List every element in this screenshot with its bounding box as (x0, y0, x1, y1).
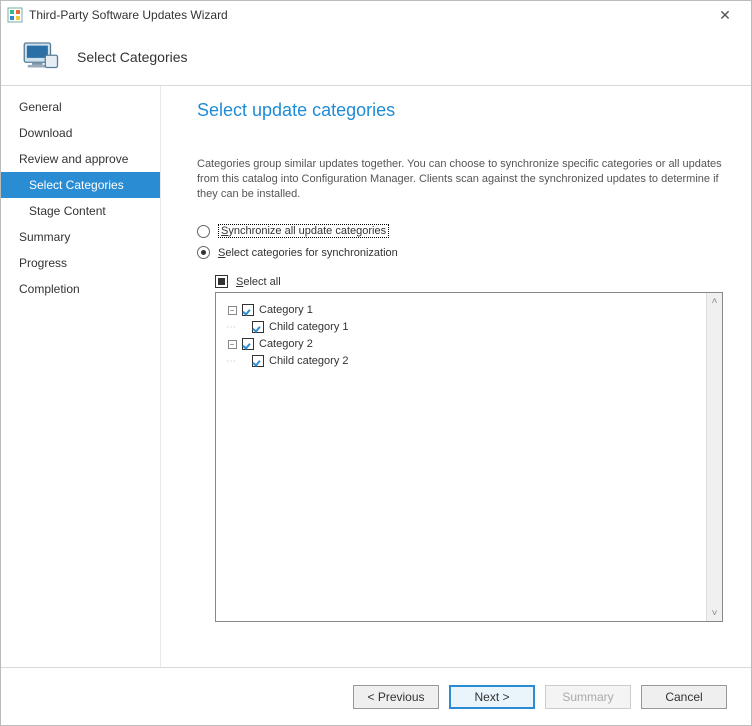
checkbox-indeterminate-icon (215, 275, 228, 288)
wizard-footer: < Previous Next > Summary Cancel (1, 667, 751, 725)
tree-scrollbar[interactable]: ˄ ˅ (706, 293, 722, 621)
category-tree: − Category 1 ⋯ Child category 1 − Catego… (215, 292, 723, 622)
nav-progress[interactable]: Progress (1, 250, 160, 276)
radio-sync-all-label: Synchronize all update categories (218, 224, 389, 238)
scroll-down-icon[interactable]: ˅ (707, 605, 722, 621)
wizard-nav: General Download Review and approve Sele… (1, 86, 161, 667)
tree-node-label: Child category 2 (269, 355, 349, 367)
cancel-button-label: Cancel (665, 690, 702, 704)
expander-minus-icon[interactable]: − (226, 306, 238, 315)
tree-branch-icon: ⋯ (226, 322, 248, 333)
summary-button: Summary (545, 685, 631, 709)
computer-monitor-icon (19, 36, 61, 78)
scroll-up-icon[interactable]: ˄ (707, 293, 722, 309)
nav-select-categories[interactable]: Select Categories (1, 172, 160, 198)
expander-minus-icon[interactable]: − (226, 340, 238, 349)
nav-general[interactable]: General (1, 94, 160, 120)
banner-step-title: Select Categories (77, 49, 188, 65)
checkbox-icon[interactable] (242, 338, 254, 350)
tree-node-label: Category 2 (259, 338, 313, 350)
nav-summary[interactable]: Summary (1, 224, 160, 250)
nav-completion[interactable]: Completion (1, 276, 160, 302)
nav-review-approve[interactable]: Review and approve (1, 146, 160, 172)
next-button-label: Next > (474, 690, 509, 704)
previous-button-label: < Previous (367, 690, 424, 704)
close-icon: ✕ (719, 7, 731, 24)
next-button[interactable]: Next > (449, 685, 535, 709)
tree-node-label: Child category 1 (269, 321, 349, 333)
previous-button[interactable]: < Previous (353, 685, 439, 709)
titlebar: Third-Party Software Updates Wizard ✕ (1, 1, 751, 29)
checkbox-icon[interactable] (252, 355, 264, 367)
cancel-button[interactable]: Cancel (641, 685, 727, 709)
tree-node-child-category-2[interactable]: ⋯ Child category 2 (226, 353, 700, 369)
select-all-label: Select all (236, 276, 281, 288)
nav-download[interactable]: Download (1, 120, 160, 146)
wizard-banner: Select Categories (1, 29, 751, 85)
radio-select-categories-label: Select categories for synchronization (218, 247, 398, 259)
radio-sync-all[interactable]: Synchronize all update categories (197, 224, 723, 238)
tree-node-category-1[interactable]: − Category 1 (226, 302, 700, 318)
window-close-button[interactable]: ✕ (705, 3, 745, 27)
tree-branch-icon: ⋯ (226, 356, 248, 367)
radio-select-categories[interactable]: Select categories for synchronization (197, 246, 723, 259)
page-title: Select update categories (197, 100, 723, 121)
app-sys-icon (7, 7, 23, 23)
tree-node-category-2[interactable]: − Category 2 (226, 336, 700, 352)
nav-stage-content[interactable]: Stage Content (1, 198, 160, 224)
radio-icon (197, 246, 210, 259)
summary-button-label: Summary (562, 690, 613, 704)
radio-icon (197, 225, 210, 238)
select-all-checkbox[interactable]: Select all (215, 275, 723, 288)
category-tree-inner: − Category 1 ⋯ Child category 1 − Catego… (216, 293, 706, 621)
page-description: Categories group similar updates togethe… (197, 157, 723, 202)
window-title: Third-Party Software Updates Wizard (29, 8, 705, 22)
checkbox-icon[interactable] (252, 321, 264, 333)
tree-node-label: Category 1 (259, 304, 313, 316)
wizard-content: Select update categories Categories grou… (161, 86, 751, 667)
tree-node-child-category-1[interactable]: ⋯ Child category 1 (226, 319, 700, 335)
checkbox-icon[interactable] (242, 304, 254, 316)
